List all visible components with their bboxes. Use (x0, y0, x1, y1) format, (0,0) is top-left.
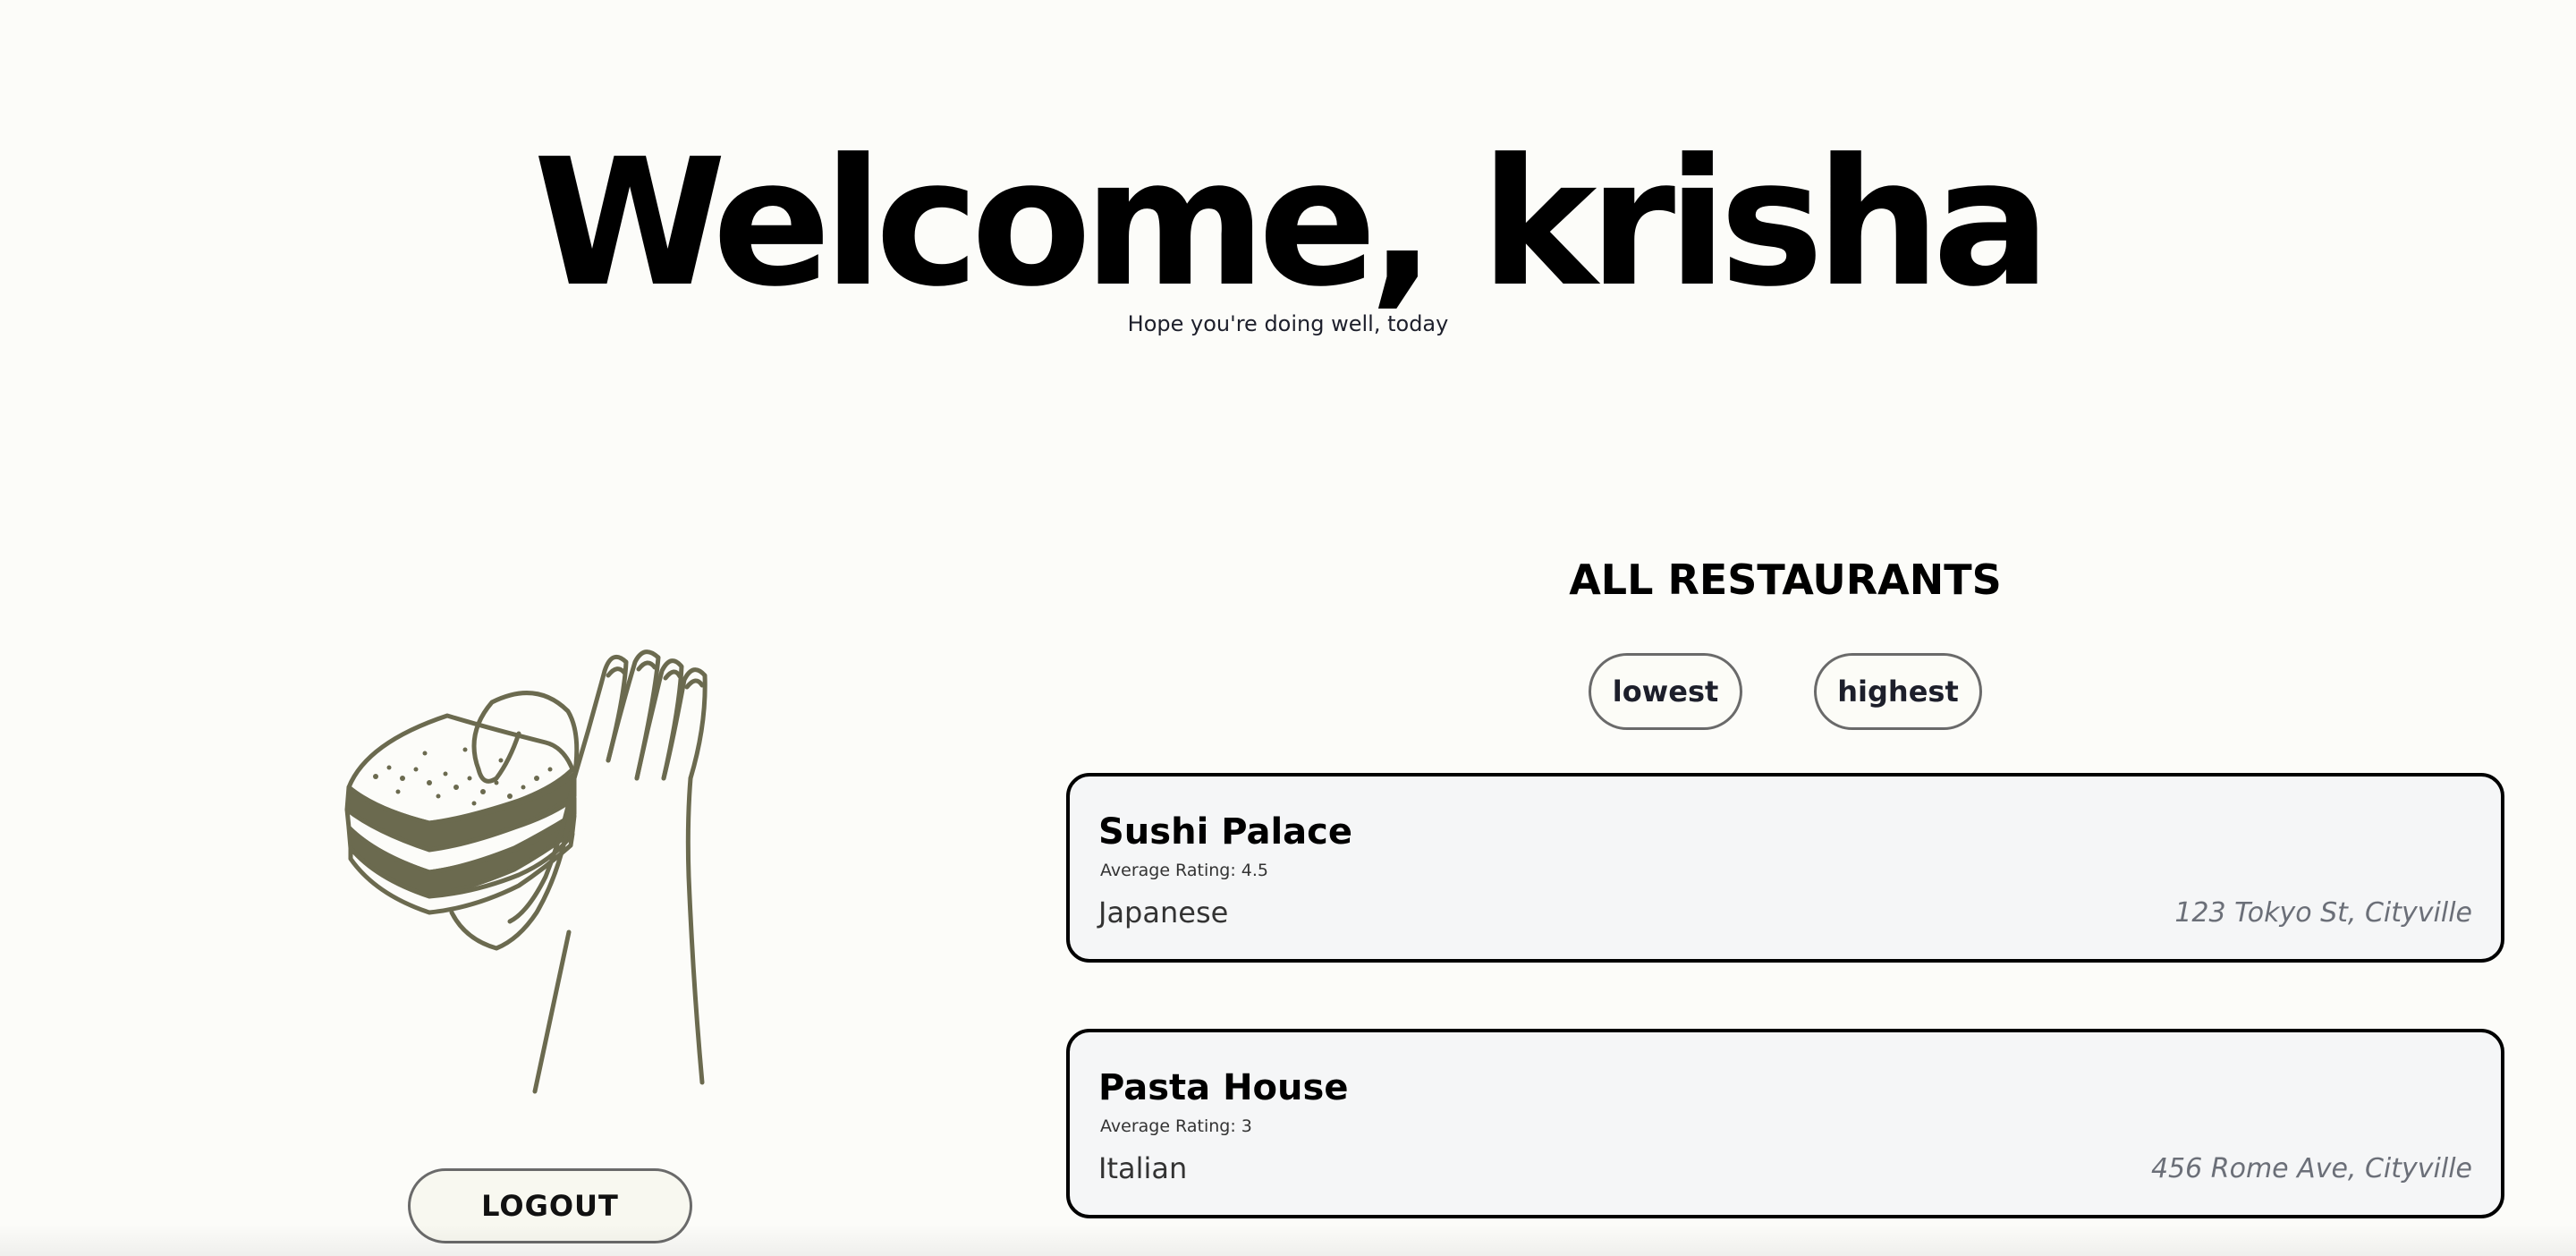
restaurant-card[interactable]: Sushi Palace Average Rating: 4.5 Japanes… (1066, 773, 2504, 963)
restaurant-cuisine: Japanese (1098, 895, 1229, 929)
welcome-subtitle: Hope you're doing well, today (1127, 311, 1449, 336)
restaurant-cuisine: Italian (1098, 1151, 1188, 1185)
restaurant-rating: Average Rating: 3 (1100, 1116, 1252, 1136)
bottom-shadow (0, 1224, 2576, 1256)
restaurant-name: Sushi Palace (1098, 811, 1352, 853)
page: Welcome, krisha Hope you're doing well, … (0, 0, 2576, 1256)
restaurant-rating: Average Rating: 4.5 (1100, 861, 1268, 880)
sort-lowest-button[interactable]: lowest (1589, 653, 1742, 730)
restaurant-card[interactable]: Pasta House Average Rating: 3 Italian 45… (1066, 1029, 2504, 1218)
restaurant-name: Pasta House (1098, 1067, 1349, 1108)
sort-highest-button[interactable]: highest (1814, 653, 1982, 730)
restaurant-address: 123 Tokyo St, Cityville (2174, 897, 2472, 929)
restaurant-address: 456 Rome Ave, Cityville (2150, 1153, 2472, 1184)
section-title: ALL RESTAURANTS (1569, 556, 2002, 604)
welcome-title: Welcome, krisha (533, 122, 2051, 326)
hand-holding-sandwich-illustration (344, 649, 708, 1094)
